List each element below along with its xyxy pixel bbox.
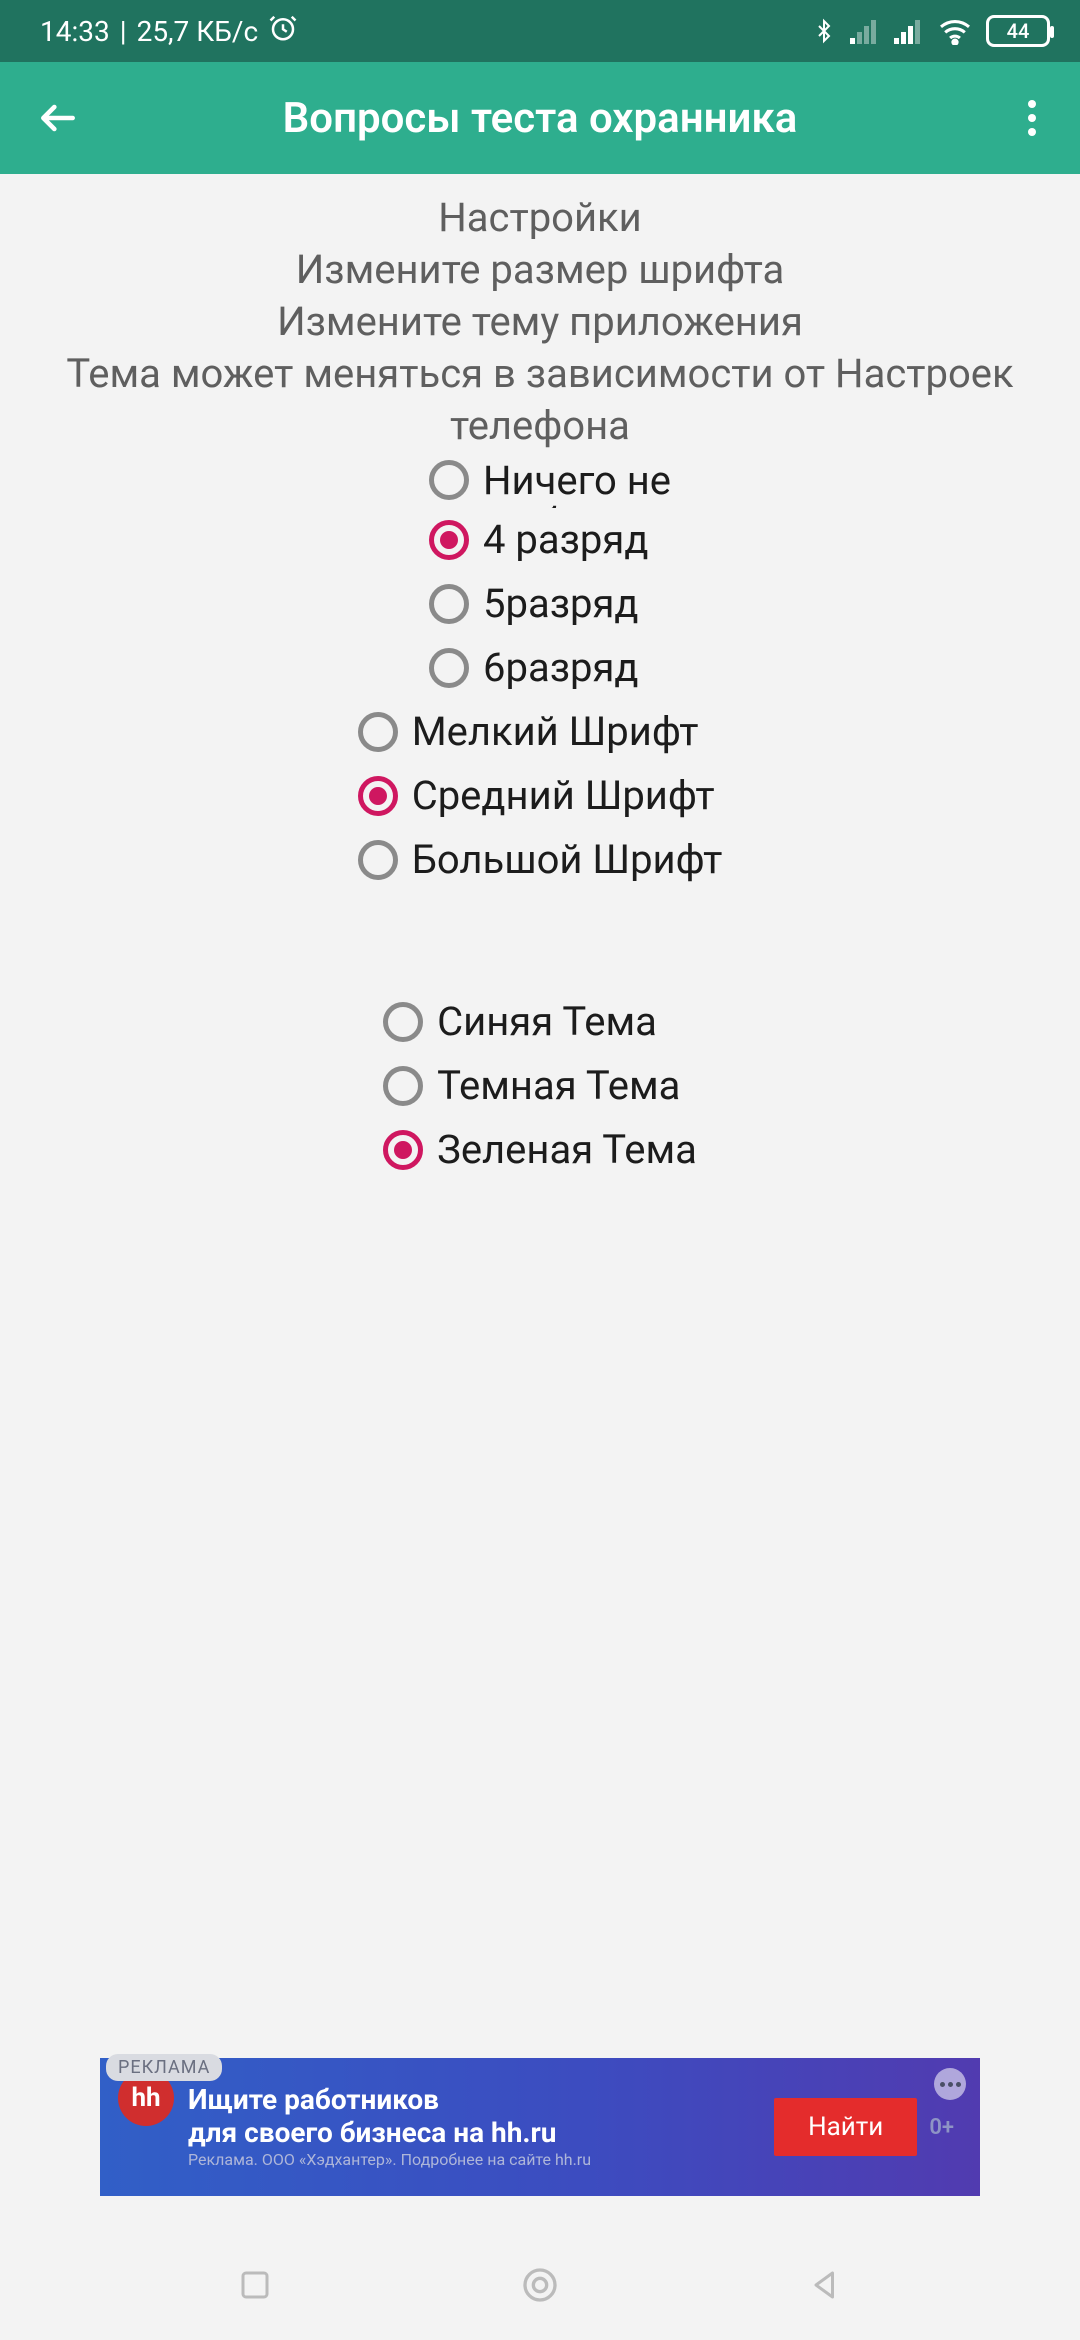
alarm-icon — [268, 13, 298, 50]
radio-icon — [383, 1130, 423, 1170]
radio-icon — [429, 460, 469, 500]
status-sep: | — [120, 15, 127, 48]
theme-radio-group: Синяя Тема Темная Тема Зеленая Тема — [383, 990, 697, 1182]
ad-headline-2: для своего бизнеса на hh.ru — [188, 2118, 774, 2149]
battery-level: 44 — [1007, 19, 1030, 43]
radio-label: 6разряд — [483, 647, 639, 689]
radio-label: 4 разряд — [483, 519, 649, 561]
radio-label: Темная Тема — [437, 1065, 680, 1107]
font-option-large[interactable]: Большой Шрифт — [358, 828, 723, 892]
back-button[interactable] — [20, 80, 96, 156]
rank-option-4[interactable]: 4 разряд — [429, 508, 649, 572]
radio-label: Большой Шрифт — [412, 839, 723, 881]
ad-disclaimer: Реклама. ООО «Хэдхантер». Подробнее на с… — [188, 2150, 774, 2169]
radio-icon — [358, 840, 398, 880]
theme-option-blue[interactable]: Синяя Тема — [383, 990, 657, 1054]
radio-icon — [429, 648, 469, 688]
radio-label: Мелкий Шрифт — [412, 711, 699, 753]
radio-label: Ничего не выбрано — [483, 460, 743, 508]
font-radio-group: Мелкий Шрифт Средний Шрифт Большой Шрифт — [358, 700, 723, 892]
status-right: 44 — [812, 15, 1050, 47]
radio-label: Зеленая Тема — [437, 1129, 697, 1171]
font-option-medium[interactable]: Средний Шрифт — [358, 764, 715, 828]
bluetooth-icon — [812, 16, 836, 46]
navigation-bar — [0, 2230, 1080, 2340]
settings-content: Настройки Измените размер шрифта Изменит… — [0, 174, 1080, 1182]
radio-label: Средний Шрифт — [412, 775, 715, 817]
rank-option-5[interactable]: 5разряд — [429, 572, 639, 636]
settings-heading-2: Измените размер шрифта — [296, 244, 785, 296]
rank-option-6[interactable]: 6разряд — [429, 636, 639, 700]
app-bar: Вопросы теста охранника — [0, 62, 1080, 174]
radio-icon — [429, 520, 469, 560]
ad-cta-button[interactable]: Найти — [774, 2098, 917, 2156]
radio-icon — [358, 776, 398, 816]
status-left: 14:33 | 25,7 КБ/с — [40, 13, 298, 50]
settings-heading-4: Тема может меняться в зависимости от Нас… — [40, 348, 1040, 452]
wifi-icon — [938, 17, 972, 45]
rank-option-none[interactable]: Ничего не выбрано — [429, 460, 743, 508]
rank-radio-group: Ничего не выбрано 4 разряд 5разряд 6разр… — [429, 460, 743, 700]
settings-heading-1: Настройки — [438, 192, 642, 244]
radio-label: 5разряд — [483, 583, 639, 625]
ad-age-badge: 0+ — [929, 2115, 954, 2140]
radio-icon — [429, 584, 469, 624]
ad-text: Ищите работников для своего бизнеса на h… — [188, 2085, 774, 2170]
status-bar: 14:33 | 25,7 КБ/с 44 — [0, 0, 1080, 62]
page-title: Вопросы теста охранника — [96, 94, 1004, 143]
theme-option-green[interactable]: Зеленая Тема — [383, 1118, 697, 1182]
nav-home-button[interactable] — [510, 2255, 570, 2315]
overflow-menu-button[interactable] — [1004, 80, 1060, 156]
status-time: 14:33 — [40, 15, 110, 48]
radio-icon — [383, 1066, 423, 1106]
ad-tag: РЕКЛАМА — [106, 2054, 222, 2081]
font-option-small[interactable]: Мелкий Шрифт — [358, 700, 699, 764]
theme-option-dark[interactable]: Темная Тема — [383, 1054, 680, 1118]
battery-icon: 44 — [986, 15, 1050, 47]
radio-label: Синяя Тема — [437, 1001, 657, 1043]
ad-banner[interactable]: РЕКЛАМА hh Ищите работников для своего б… — [100, 2058, 980, 2196]
nav-back-button[interactable] — [795, 2255, 855, 2315]
settings-heading-3: Измените тему приложения — [277, 296, 803, 348]
status-netspeed: 25,7 КБ/с — [137, 15, 259, 48]
signal-icon-1 — [850, 18, 880, 44]
ad-headline-1: Ищите работников — [188, 2085, 774, 2116]
ad-more-button[interactable] — [934, 2068, 966, 2100]
nav-recent-button[interactable] — [225, 2255, 285, 2315]
radio-icon — [383, 1002, 423, 1042]
signal-icon-2 — [894, 18, 924, 44]
radio-icon — [358, 712, 398, 752]
